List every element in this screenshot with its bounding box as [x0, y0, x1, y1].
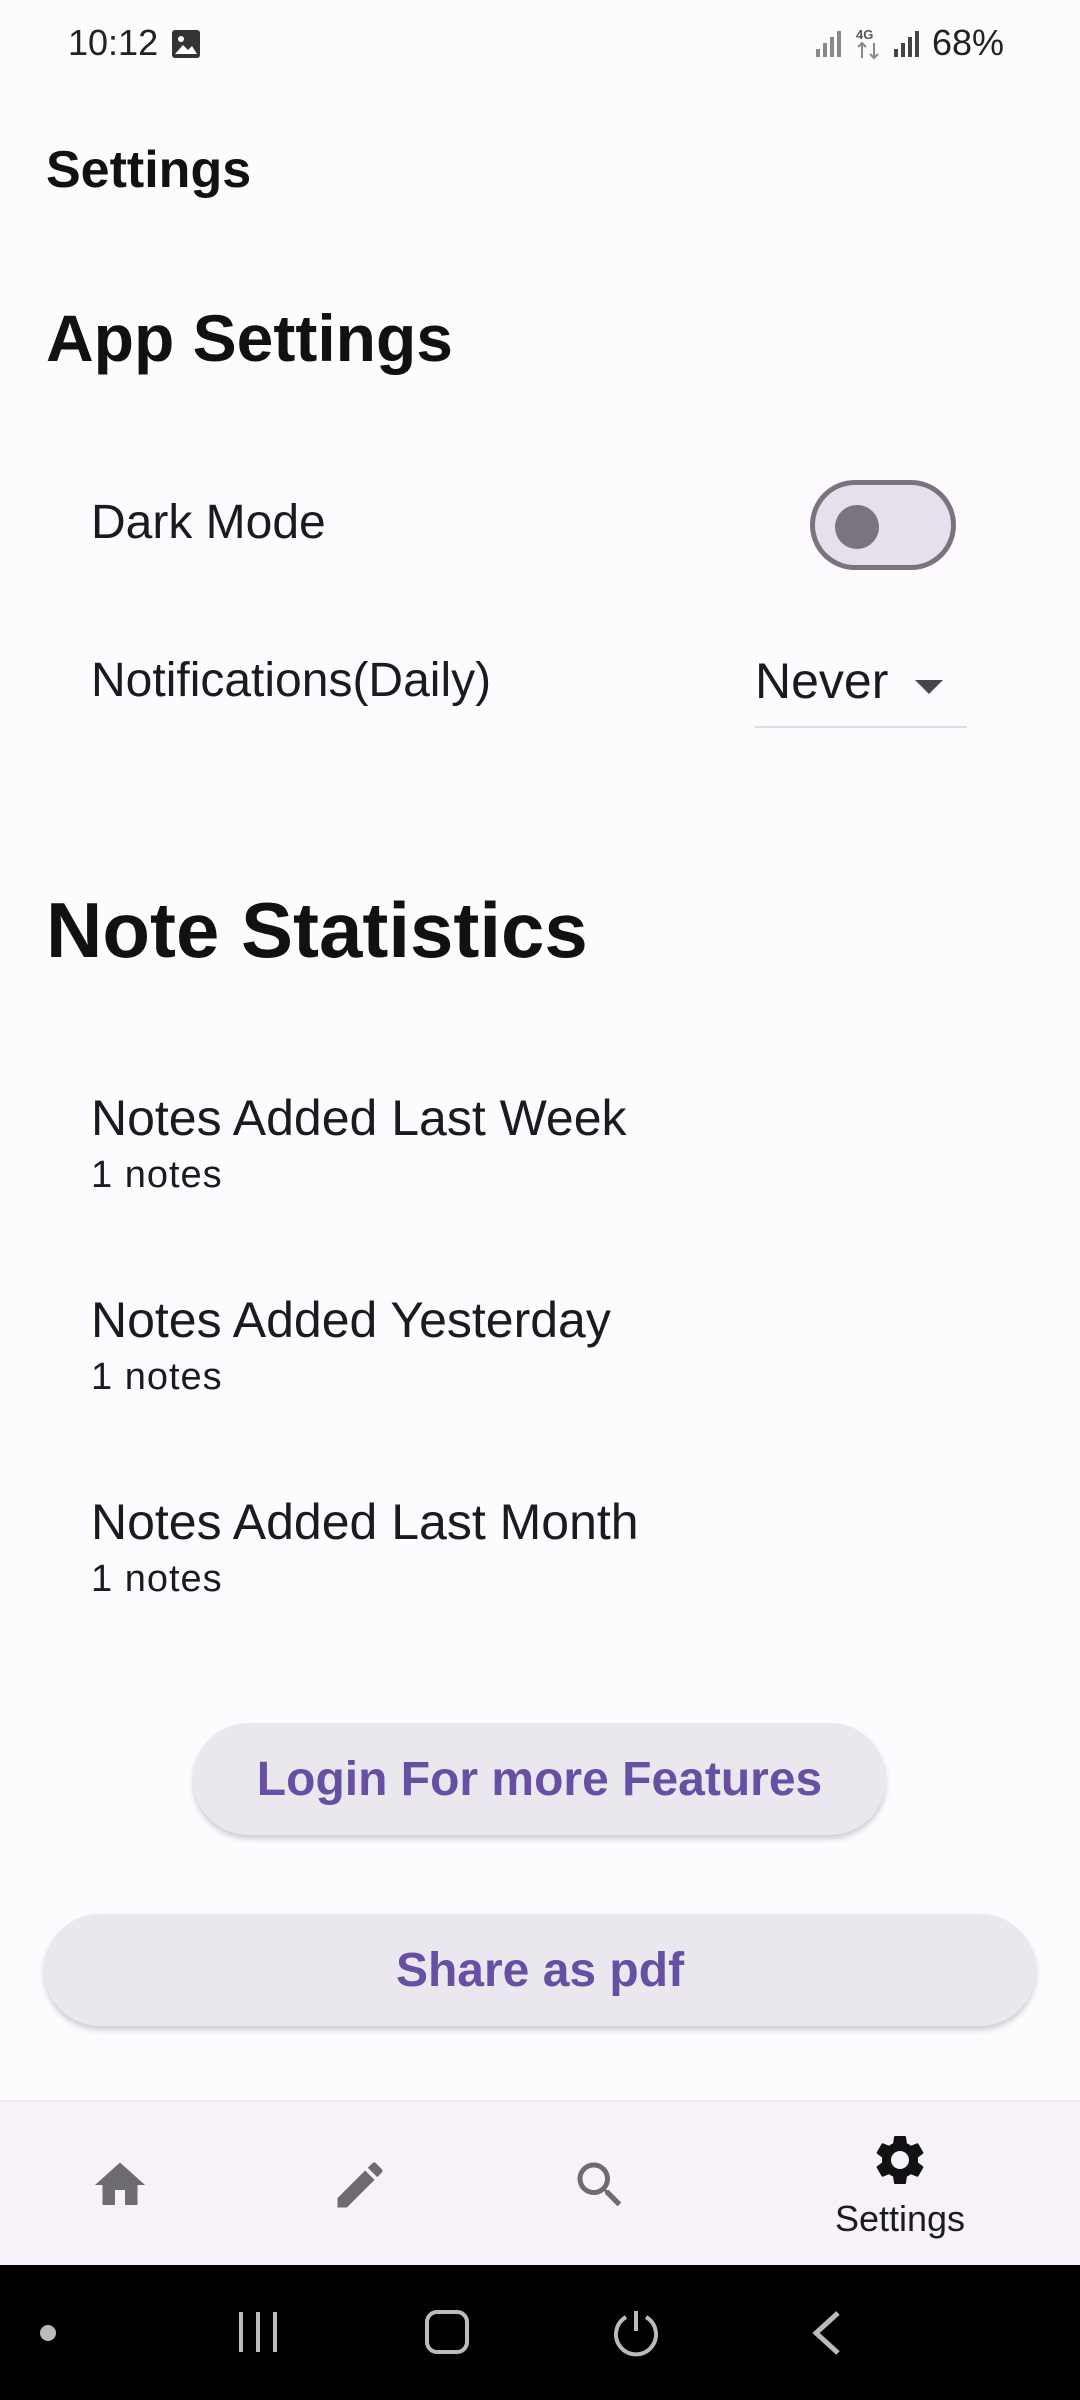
back-icon[interactable] [808, 2309, 844, 2357]
notifications-label: Notifications(Daily) [91, 654, 492, 707]
battery-level: 68% [931, 22, 1004, 63]
recent-apps-icon[interactable] [235, 2310, 281, 2354]
app-settings-heading: App Settings [46, 301, 453, 375]
toggle-knob [835, 505, 879, 549]
login-button[interactable]: Login For more Features [193, 1723, 886, 1835]
settings-screen: 10:12 4G 68% Settings App Settings Dark … [0, 0, 1080, 2400]
share-pdf-button[interactable]: Share as pdf [44, 1914, 1036, 2026]
nav-edit[interactable] [240, 2102, 480, 2267]
dropdown-arrow-icon [915, 680, 943, 694]
stat-item-last-week: Notes Added Last Week 1 notes [91, 1088, 627, 1197]
system-nav-bar [0, 2265, 1080, 2400]
nav-settings[interactable]: Settings [780, 2102, 1020, 2267]
signal-icon [815, 31, 841, 57]
notifications-selected-value: Never [755, 653, 889, 709]
dark-mode-toggle[interactable] [810, 480, 956, 570]
edit-icon [337, 2161, 383, 2207]
status-time: 10:12 [68, 22, 159, 63]
power-icon[interactable] [608, 2305, 664, 2361]
page-title: Settings [46, 141, 252, 199]
stat-value: 1 notes [91, 1356, 223, 1398]
stat-value: 1 notes [91, 1154, 223, 1196]
mobile-data-icon: 4G [856, 27, 879, 60]
note-statistics-heading: Note Statistics [46, 886, 588, 974]
gear-icon [876, 2135, 924, 2184]
dot-icon [40, 2325, 56, 2341]
search-icon [577, 2162, 622, 2206]
stat-label: Notes Added Last Week [91, 1090, 627, 1146]
stat-item-yesterday: Notes Added Yesterday 1 notes [91, 1290, 611, 1399]
home-icon [95, 2162, 145, 2205]
bottom-nav: Settings [0, 2100, 1080, 2265]
status-indicators: 4G 68% [814, 22, 1004, 64]
dark-mode-label: Dark Mode [91, 496, 326, 549]
stat-label: Notes Added Yesterday [91, 1292, 611, 1348]
status-bar: 10:12 4G 68% [0, 0, 1080, 90]
svg-text:4G: 4G [856, 27, 873, 42]
nav-search[interactable] [480, 2102, 720, 2267]
signal-icon-2 [893, 31, 919, 57]
nav-settings-label: Settings [834, 2197, 966, 2239]
stat-item-last-month: Notes Added Last Month 1 notes [91, 1492, 639, 1601]
stat-label: Notes Added Last Month [91, 1494, 639, 1550]
notifications-dropdown[interactable]: Never [755, 640, 967, 728]
stat-value: 1 notes [91, 1558, 223, 1600]
gallery-notification-icon [172, 30, 200, 58]
home-button-icon[interactable] [424, 2309, 470, 2355]
nav-home[interactable] [0, 2102, 240, 2267]
